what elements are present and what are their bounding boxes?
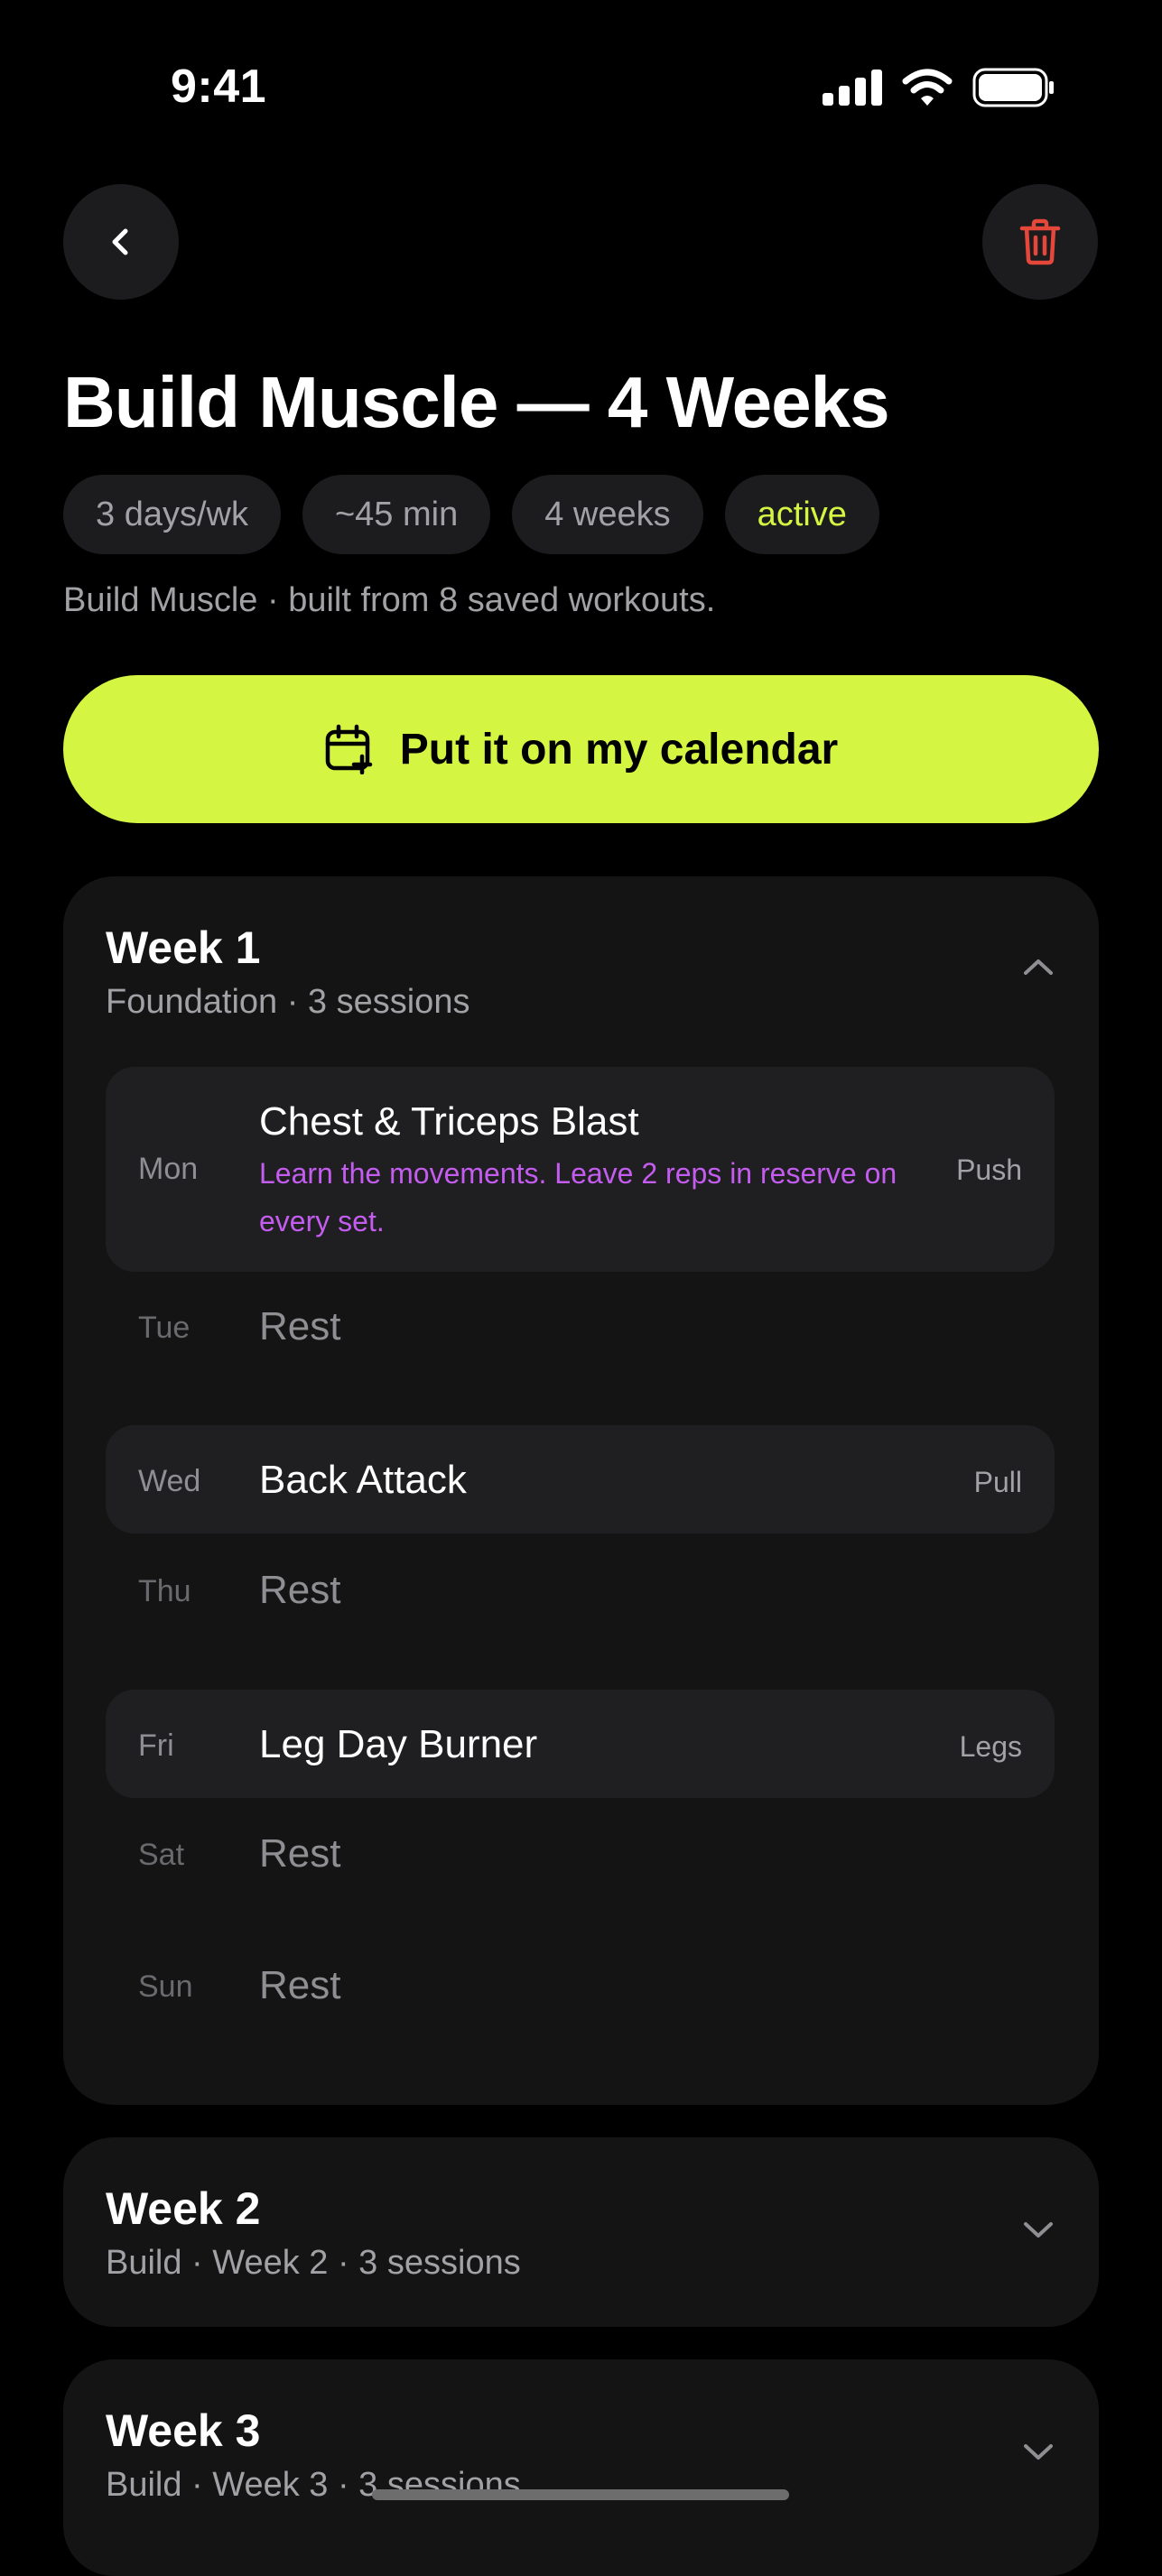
- day-row-sat: Sat Rest: [106, 1799, 1055, 1907]
- week-card-2[interactable]: Week 2 Build · Week 2 · 3 sessions: [63, 2137, 1099, 2327]
- day-row-mon[interactable]: Mon Chest & Triceps Blast Learn the move…: [106, 1067, 1055, 1272]
- day-label: Sat: [138, 1838, 185, 1872]
- back-button[interactable]: [63, 184, 179, 300]
- week-title: Week 2: [106, 2183, 261, 2234]
- day-row-sun: Sun Rest: [106, 1931, 1055, 2039]
- rest-label: Rest: [259, 1831, 341, 1876]
- status-time: 9:41: [171, 60, 267, 113]
- delete-button[interactable]: [982, 184, 1098, 300]
- chip-length: 4 weeks: [512, 475, 703, 554]
- week-card-3[interactable]: Week 3 Build · Week 3 · 3 sessions: [63, 2359, 1099, 2576]
- day-label: Sun: [138, 1969, 193, 2004]
- calendar-plus-icon: [325, 724, 373, 774]
- plan-title: Build Muscle — 4 Weeks: [63, 362, 890, 442]
- chip-duration: ~45 min: [302, 475, 491, 554]
- status-icons: [823, 65, 1055, 110]
- workout-note: Learn the movements. Leave 2 reps in res…: [259, 1157, 897, 1237]
- chevron-down-icon: [1024, 2222, 1053, 2238]
- workout-name: Back Attack: [259, 1458, 467, 1502]
- week-card-1: Week 1 Foundation · 3 sessions Mon Chest…: [63, 876, 1099, 2105]
- workout-tag: Push: [956, 1154, 1022, 1186]
- workout-tag: Legs: [959, 1730, 1022, 1763]
- rest-label: Rest: [259, 1304, 341, 1348]
- week-title: Week 1: [106, 922, 261, 973]
- week-title: Week 3: [106, 2405, 261, 2456]
- plan-subtitle: Build Muscle · built from 8 saved workou…: [63, 581, 716, 619]
- chevron-left-icon: [112, 228, 128, 255]
- cellular-signal-icon: [823, 69, 882, 106]
- rest-label: Rest: [259, 1568, 341, 1612]
- day-row-fri[interactable]: Fri Leg Day Burner Legs: [106, 1690, 1055, 1798]
- day-row-tue: Tue Rest: [106, 1272, 1055, 1380]
- home-indicator: [372, 2489, 789, 2500]
- week-subtitle: Build · Week 2 · 3 sessions: [106, 2244, 521, 2282]
- week-subtitle: Foundation · 3 sessions: [106, 983, 470, 1021]
- chip-frequency: 3 days/wk: [63, 475, 281, 554]
- rest-label: Rest: [259, 1963, 341, 2007]
- battery-icon: [972, 68, 1054, 107]
- day-row-thu: Thu Rest: [106, 1535, 1055, 1644]
- chevron-down-icon: [1024, 2444, 1053, 2460]
- day-row-wed[interactable]: Wed Back Attack Pull: [106, 1425, 1055, 1534]
- day-label: Fri: [138, 1728, 174, 1763]
- add-to-calendar-button[interactable]: Put it on my calendar: [63, 675, 1099, 823]
- workout-name: Leg Day Burner: [259, 1722, 538, 1766]
- workout-name: Chest & Triceps Blast: [259, 1099, 639, 1144]
- day-label: Thu: [138, 1574, 191, 1608]
- week-header-1[interactable]: Week 1 Foundation · 3 sessions: [106, 922, 1056, 1022]
- day-label: Wed: [138, 1464, 201, 1498]
- workout-tag: Pull: [973, 1466, 1022, 1498]
- chip-status: active: [724, 475, 879, 554]
- plan-chips: 3 days/wk ~45 min 4 weeks active: [63, 475, 879, 554]
- trash-icon: [1019, 218, 1061, 265]
- day-label: Tue: [138, 1311, 191, 1345]
- chevron-up-icon: [1024, 959, 1053, 975]
- add-to-calendar-label: Put it on my calendar: [399, 725, 839, 774]
- day-label: Mon: [138, 1152, 199, 1186]
- wifi-icon: [902, 69, 953, 106]
- week-header-2[interactable]: Week 2 Build · Week 2 · 3 sessions: [106, 2182, 1056, 2283]
